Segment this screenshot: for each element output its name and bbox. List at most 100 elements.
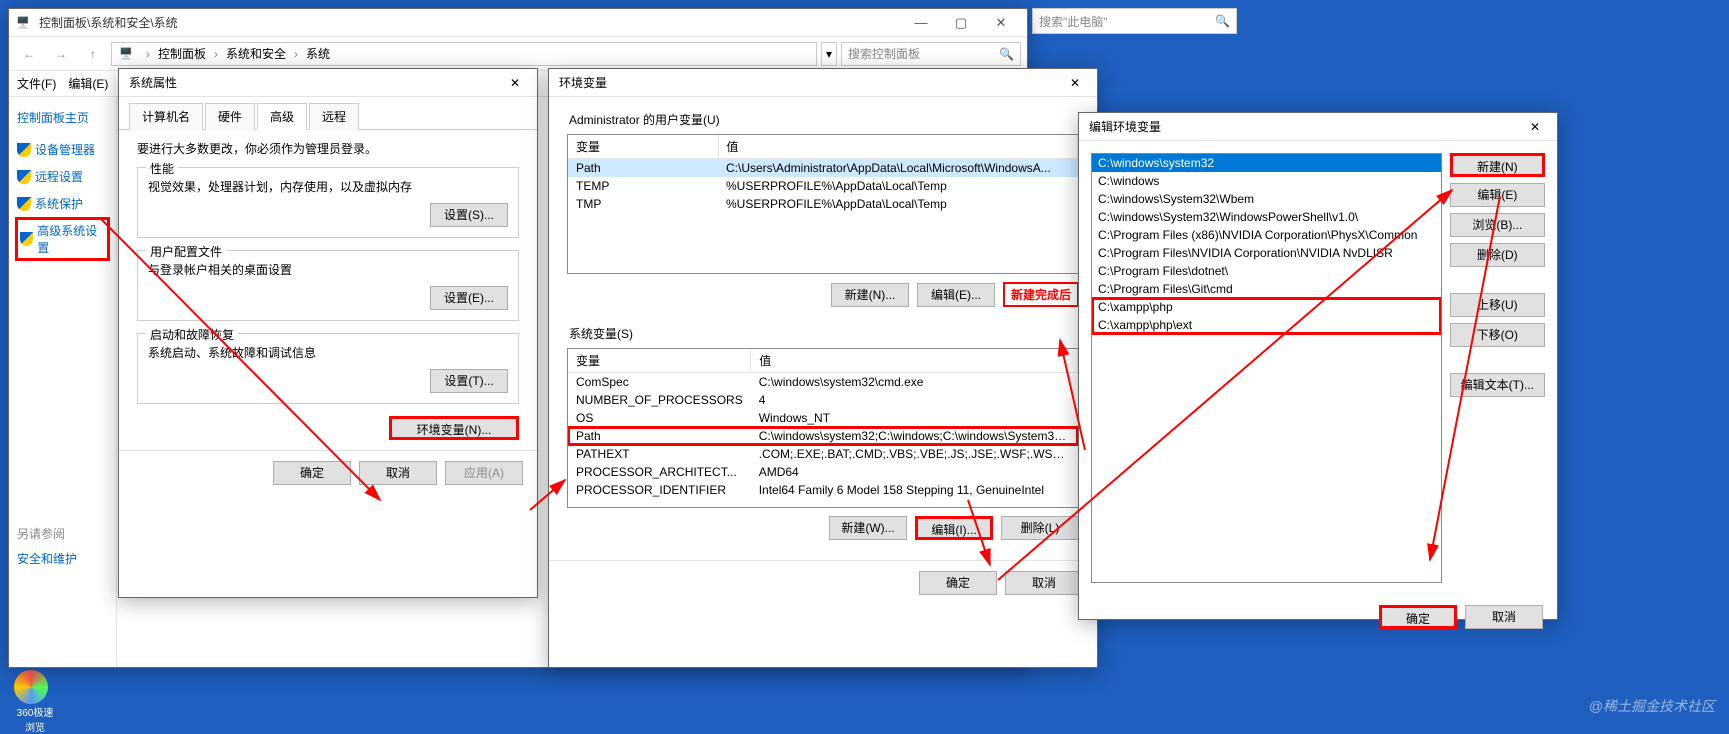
profile-settings-button[interactable]: 设置(E)...: [430, 286, 508, 310]
tab[interactable]: 高级: [257, 103, 307, 130]
sidebar-link[interactable]: 高级系统设置: [15, 217, 110, 261]
edit-button[interactable]: 编辑(E): [1450, 183, 1545, 207]
shield-icon: [17, 170, 31, 184]
sidebar-link[interactable]: 系统保护: [15, 190, 110, 217]
dialog-footer: 确定 取消 应用(A): [119, 450, 537, 495]
search-icon: 🔍: [999, 47, 1014, 61]
table-row[interactable]: ComSpecC:\windows\system32\cmd.exe: [568, 373, 1078, 392]
tab[interactable]: 计算机名: [129, 103, 203, 130]
link-label: 高级系统设置: [37, 222, 105, 256]
env-vars-button[interactable]: 环境变量(N)...: [389, 416, 519, 440]
ok-button[interactable]: 确定: [1379, 605, 1457, 629]
table-row[interactable]: PathC:\Users\Administrator\AppData\Local…: [568, 159, 1078, 178]
group-text: 与登录帐户相关的桌面设置: [148, 261, 508, 278]
path-entry[interactable]: C:\xampp\php: [1092, 298, 1441, 316]
group-text: 视觉效果，处理器计划，内存使用，以及虚拟内存: [148, 178, 508, 195]
shield-icon: [17, 143, 31, 157]
path-entry[interactable]: C:\Program Files (x86)\NVIDIA Corporatio…: [1092, 226, 1441, 244]
taskbar-browser-icon[interactable]: 360极速浏览: [14, 670, 56, 714]
tab[interactable]: 远程: [309, 103, 359, 130]
path-entry[interactable]: C:\Program Files\dotnet\: [1092, 262, 1441, 280]
window-title: 控制面板\系统和安全\系统: [35, 14, 901, 31]
move-up-button[interactable]: 上移(U): [1450, 293, 1545, 317]
edit-env-var-dialog: 编辑环境变量 ✕ C:\windows\system32C:\windowsC:…: [1078, 112, 1558, 620]
user-edit-button[interactable]: 编辑(E)...: [917, 283, 995, 307]
table-row[interactable]: NUMBER_OF_PROCESSORS4: [568, 391, 1078, 409]
user-new-button[interactable]: 新建(N)...: [831, 283, 909, 307]
perf-settings-button[interactable]: 设置(S)...: [430, 203, 508, 227]
delete-button[interactable]: 删除(D): [1450, 243, 1545, 267]
cancel-button[interactable]: 取消: [1005, 571, 1083, 595]
tabs: 计算机名硬件高级远程: [119, 97, 537, 130]
breadcrumb-item[interactable]: 控制面板: [158, 45, 206, 62]
path-entry[interactable]: C:\xampp\php\ext: [1092, 316, 1441, 334]
path-entry[interactable]: C:\windows: [1092, 172, 1441, 190]
close-icon[interactable]: ✕: [1063, 76, 1087, 90]
move-down-button[interactable]: 下移(O): [1450, 323, 1545, 347]
var-name: Path: [568, 159, 718, 178]
ok-button[interactable]: 确定: [919, 571, 997, 595]
address-bar[interactable]: 🖥️ › 控制面板 › 系统和安全 › 系统: [111, 42, 817, 66]
group-title: 用户配置文件: [146, 243, 226, 260]
cp-search-box[interactable]: 搜索控制面板 🔍: [841, 42, 1021, 66]
table-row[interactable]: OSWindows_NT: [568, 409, 1078, 427]
var-name: ComSpec: [568, 373, 751, 392]
tab[interactable]: 硬件: [205, 103, 255, 130]
maximize-button[interactable]: ▢: [941, 9, 981, 37]
startup-settings-button[interactable]: 设置(T)...: [430, 369, 508, 393]
close-icon[interactable]: ✕: [503, 76, 527, 90]
cp-icon: 🖥️: [118, 46, 134, 62]
parent-search-box[interactable]: 搜索"此电脑" 🔍: [1032, 8, 1237, 34]
table-row[interactable]: PATHEXT.COM;.EXE;.BAT;.CMD;.VBS;.VBE;.JS…: [568, 445, 1078, 463]
cp-home-link[interactable]: 控制面板主页: [15, 105, 110, 130]
path-entry[interactable]: C:\Program Files\NVIDIA Corporation\NVID…: [1092, 244, 1441, 262]
table-row[interactable]: PathC:\windows\system32;C:\windows;C:\wi…: [568, 427, 1078, 445]
user-vars-table[interactable]: 变量 值 PathC:\Users\Administrator\AppData\…: [567, 134, 1079, 274]
path-entry[interactable]: C:\windows\system32: [1092, 154, 1441, 172]
cp-icon: 🖥️: [15, 15, 31, 31]
sidebar-link[interactable]: 设备管理器: [15, 136, 110, 163]
var-name: TMP: [568, 195, 718, 213]
breadcrumb-item[interactable]: 系统: [306, 45, 330, 62]
close-button[interactable]: ✕: [981, 9, 1021, 37]
breadcrumb-item[interactable]: 系统和安全: [226, 45, 286, 62]
menu-file[interactable]: 文件(F): [17, 75, 56, 92]
col-var[interactable]: 变量: [568, 135, 718, 159]
group-title: 性能: [146, 160, 178, 177]
ok-button[interactable]: 确定: [273, 461, 351, 485]
table-row[interactable]: PROCESSOR_IDENTIFIERIntel64 Family 6 Mod…: [568, 481, 1078, 499]
edit-text-button[interactable]: 编辑文本(T)...: [1450, 373, 1545, 397]
apply-button[interactable]: 应用(A): [445, 461, 523, 485]
col-val[interactable]: 值: [751, 349, 1078, 373]
dropdown-icon[interactable]: ▾: [821, 42, 837, 66]
sys-delete-button[interactable]: 删除(L): [1001, 516, 1079, 540]
sys-new-button[interactable]: 新建(W)...: [829, 516, 907, 540]
menu-edit[interactable]: 编辑(E): [68, 75, 108, 92]
table-row[interactable]: TEMP%USERPROFILE%\AppData\Local\Temp: [568, 177, 1078, 195]
new-button[interactable]: 新建(N): [1450, 153, 1545, 177]
var-name: PROCESSOR_IDENTIFIER: [568, 481, 751, 499]
search-icon: 🔍: [1215, 14, 1230, 28]
path-entry[interactable]: C:\windows\System32\WindowsPowerShell\v1…: [1092, 208, 1441, 226]
table-row[interactable]: PROCESSOR_ARCHITECT...AMD64: [568, 463, 1078, 481]
sidebar-link[interactable]: 远程设置: [15, 163, 110, 190]
var-name: OS: [568, 409, 751, 427]
nav-forward-icon[interactable]: →: [47, 42, 75, 66]
minimize-button[interactable]: —: [901, 9, 941, 37]
sys-vars-table[interactable]: 变量 值 ComSpecC:\windows\system32\cmd.exeN…: [567, 348, 1079, 508]
nav-up-icon[interactable]: ↑: [79, 42, 107, 66]
path-list[interactable]: C:\windows\system32C:\windowsC:\windows\…: [1091, 153, 1442, 583]
path-entry[interactable]: C:\Program Files\Git\cmd: [1092, 280, 1441, 298]
path-entry[interactable]: C:\windows\System32\Wbem: [1092, 190, 1441, 208]
col-var[interactable]: 变量: [568, 349, 751, 373]
table-row[interactable]: TMP%USERPROFILE%\AppData\Local\Temp: [568, 195, 1078, 213]
sys-edit-button[interactable]: 编辑(I)...: [915, 516, 993, 540]
nav-back-icon[interactable]: ←: [15, 42, 43, 66]
cancel-button[interactable]: 取消: [359, 461, 437, 485]
browse-button[interactable]: 浏览(B)...: [1450, 213, 1545, 237]
close-icon[interactable]: ✕: [1523, 120, 1547, 134]
col-val[interactable]: 值: [718, 135, 1078, 159]
security-maintenance-link[interactable]: 安全和维护: [15, 546, 110, 571]
cancel-button[interactable]: 取消: [1465, 605, 1543, 629]
system-properties-dialog: 系统属性 ✕ 计算机名硬件高级远程 要进行大多数更改，你必须作为管理员登录。 性…: [118, 68, 538, 598]
